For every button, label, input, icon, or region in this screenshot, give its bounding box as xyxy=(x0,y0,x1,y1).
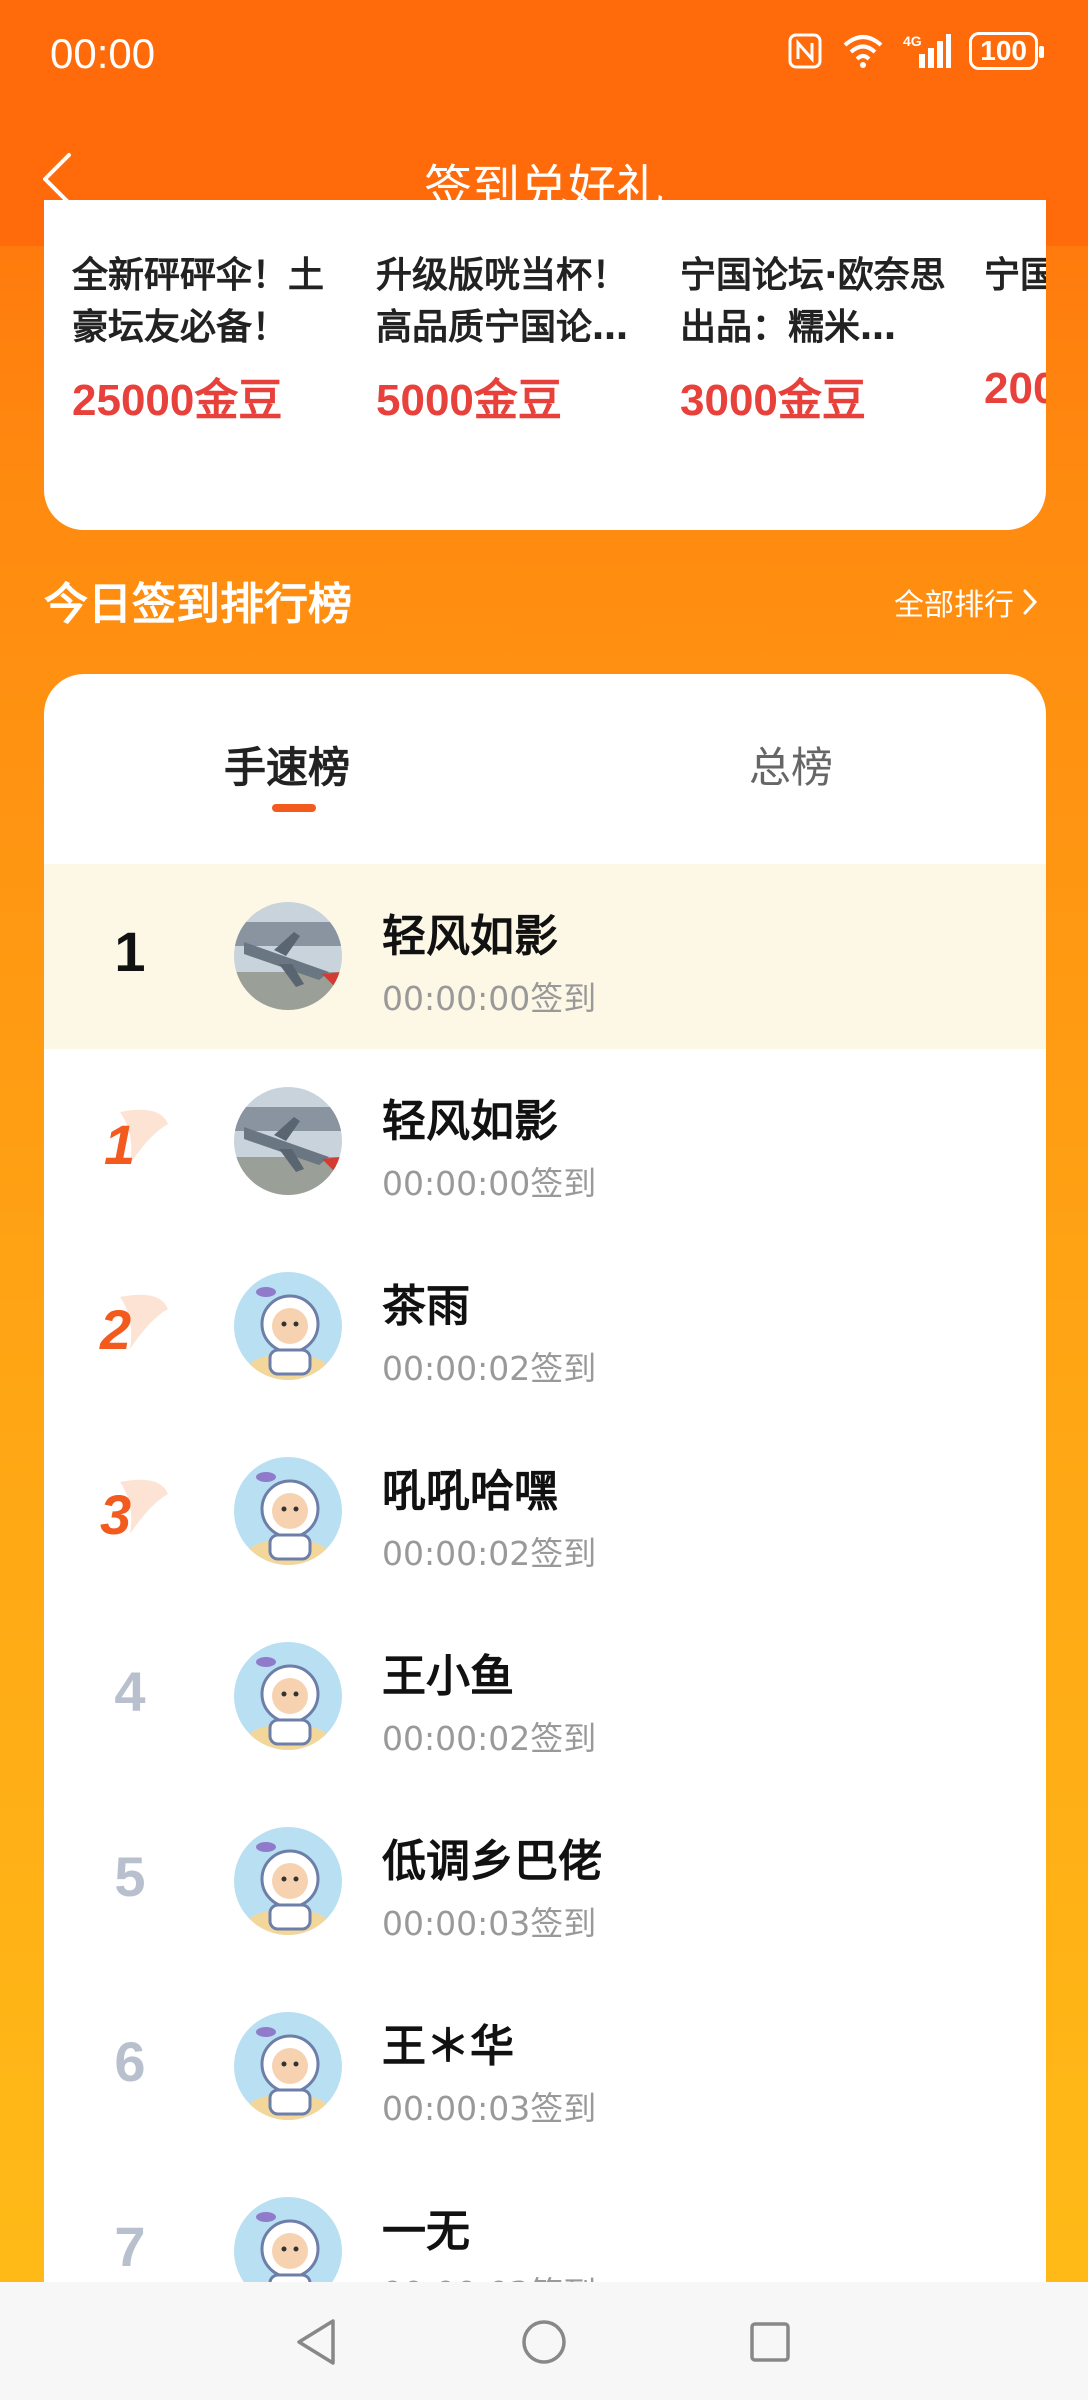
chevron-right-icon xyxy=(1023,589,1038,615)
checkin-time: 00:00:00签到 xyxy=(382,979,597,1018)
user-name: 吼吼哈嘿 xyxy=(382,1466,558,1517)
avatar xyxy=(234,1087,342,1195)
reward-item[interactable]: 宁国论坛·欧奈思出品：糯米… 3000金豆 xyxy=(680,250,950,428)
user-name: 低调乡巴佬 xyxy=(382,1836,602,1887)
system-nav-bar xyxy=(0,2282,1088,2400)
astronaut-avatar xyxy=(234,1457,342,1565)
rank-number: 5 xyxy=(114,1845,146,1908)
user-name: 一无 xyxy=(382,2206,470,2257)
avatar xyxy=(234,2012,342,2120)
circle-home-icon xyxy=(522,2320,566,2364)
square-recents-icon xyxy=(750,2322,790,2362)
all-rank-link[interactable]: 全部排行 xyxy=(894,580,1038,624)
reward-name: 升级版咣当杯！高品质宁国论… xyxy=(376,255,629,348)
leaderboard-row-self[interactable]: 1 轻风如影 00:00:00签到 xyxy=(44,864,1046,1049)
svg-text:1: 1 xyxy=(104,1113,135,1174)
checkin-time: 00:00:03签到 xyxy=(382,1904,597,1943)
leaderboard-row[interactable]: 1 轻风如影 00:00:00签到 xyxy=(44,1049,1046,1234)
status-bar: 00:00 4G 100 xyxy=(0,0,1088,110)
triangle-back-icon xyxy=(297,2319,335,2365)
status-icons: 4G 100 xyxy=(787,32,1044,70)
rank-number: 1 xyxy=(114,920,146,983)
astronaut-avatar xyxy=(234,1827,342,1935)
avatar xyxy=(234,1642,342,1750)
reward-item[interactable]: 全新砰砰伞！土豪坛友必备！ 25000金豆 xyxy=(72,250,342,428)
checkin-time: 00:00:00签到 xyxy=(382,1164,597,1203)
battery-icon: 100 xyxy=(969,32,1044,70)
user-name: 茶雨 xyxy=(382,1281,470,1332)
leaderboard-row[interactable]: 4 王小鱼 00:00:02签到 xyxy=(44,1604,1046,1789)
nfc-icon xyxy=(787,32,823,70)
reward-name: 宁国论坛·欧奈思出品：糯米… xyxy=(680,255,946,348)
tab-indicator xyxy=(272,804,316,812)
reward-price: 25000金豆 xyxy=(72,376,283,425)
user-name: 王小鱼 xyxy=(382,1651,514,1702)
tab-total[interactable]: 总榜 xyxy=(749,734,833,795)
system-back-button[interactable] xyxy=(286,2312,346,2372)
leaderboard-card: 手速榜 总榜 1 轻风如影 00:00:00签到 1 轻风如影 00:00:00… xyxy=(44,674,1046,2374)
wifi-icon xyxy=(841,33,885,69)
avatar xyxy=(234,1457,342,1565)
checkin-time: 00:00:02签到 xyxy=(382,1349,597,1388)
leaderboard-row[interactable]: 2 茶雨 00:00:02签到 xyxy=(44,1234,1046,1419)
user-name: 轻风如影 xyxy=(382,1096,558,1147)
rank-number: 4 xyxy=(114,1660,146,1723)
rank-number: 7 xyxy=(114,2215,146,2278)
signal-icon: 4G xyxy=(903,32,952,70)
reward-name: 全新砰砰伞！土豪坛友必备！ xyxy=(72,255,325,348)
leaderboard-row[interactable]: 5 低调乡巴佬 00:00:03签到 xyxy=(44,1789,1046,1974)
jet-photo-avatar xyxy=(234,1087,342,1195)
checkin-time: 00:00:03签到 xyxy=(382,2089,597,2128)
tab-speed[interactable]: 手速榜 xyxy=(224,734,350,795)
astronaut-avatar xyxy=(234,1642,342,1750)
reward-item[interactable]: 宁国…车牌… 200… xyxy=(984,250,1046,414)
status-time: 00:00 xyxy=(50,30,156,77)
leaderboard-row[interactable]: 3 吼吼哈嘿 00:00:02签到 xyxy=(44,1419,1046,1604)
rank-number: 6 xyxy=(114,2030,146,2093)
astronaut-avatar xyxy=(234,2012,342,2120)
reward-price: 3000金豆 xyxy=(680,376,866,425)
reward-item[interactable]: 升级版咣当杯！高品质宁国论… 5000金豆 xyxy=(376,250,646,428)
system-recents-button[interactable] xyxy=(740,2312,800,2372)
system-home-button[interactable] xyxy=(514,2312,574,2372)
rank-1-badge-icon: 1 xyxy=(104,1109,168,1174)
network-label: 4G xyxy=(903,33,922,49)
reward-price: 5000金豆 xyxy=(376,376,562,425)
rank-2-badge-icon: 2 xyxy=(99,1294,168,1359)
svg-text:3: 3 xyxy=(100,1483,131,1544)
svg-text:2: 2 xyxy=(99,1298,131,1359)
avatar xyxy=(234,1272,342,1380)
astronaut-avatar xyxy=(234,1272,342,1380)
rank-3-badge-icon: 3 xyxy=(100,1479,168,1544)
reward-price: 200… xyxy=(984,364,1046,413)
avatar xyxy=(234,1827,342,1935)
leaderboard-row[interactable]: 6 王＊华 00:00:03签到 xyxy=(44,1974,1046,2159)
rewards-carousel: 全新砰砰伞！土豪坛友必备！ 25000金豆 升级版咣当杯！高品质宁国论… 500… xyxy=(44,200,1046,530)
checkin-time: 00:00:02签到 xyxy=(382,1719,597,1758)
checkin-time: 00:00:02签到 xyxy=(382,1534,597,1573)
reward-name: 宁国…车牌… xyxy=(984,255,1046,296)
jet-photo-avatar xyxy=(234,902,342,1010)
avatar xyxy=(234,902,342,1010)
all-rank-label: 全部排行 xyxy=(894,588,1014,623)
user-name: 轻风如影 xyxy=(382,911,558,962)
leaderboard-title: 今日签到排行榜 xyxy=(44,579,352,630)
user-name: 王＊华 xyxy=(382,2021,514,2072)
